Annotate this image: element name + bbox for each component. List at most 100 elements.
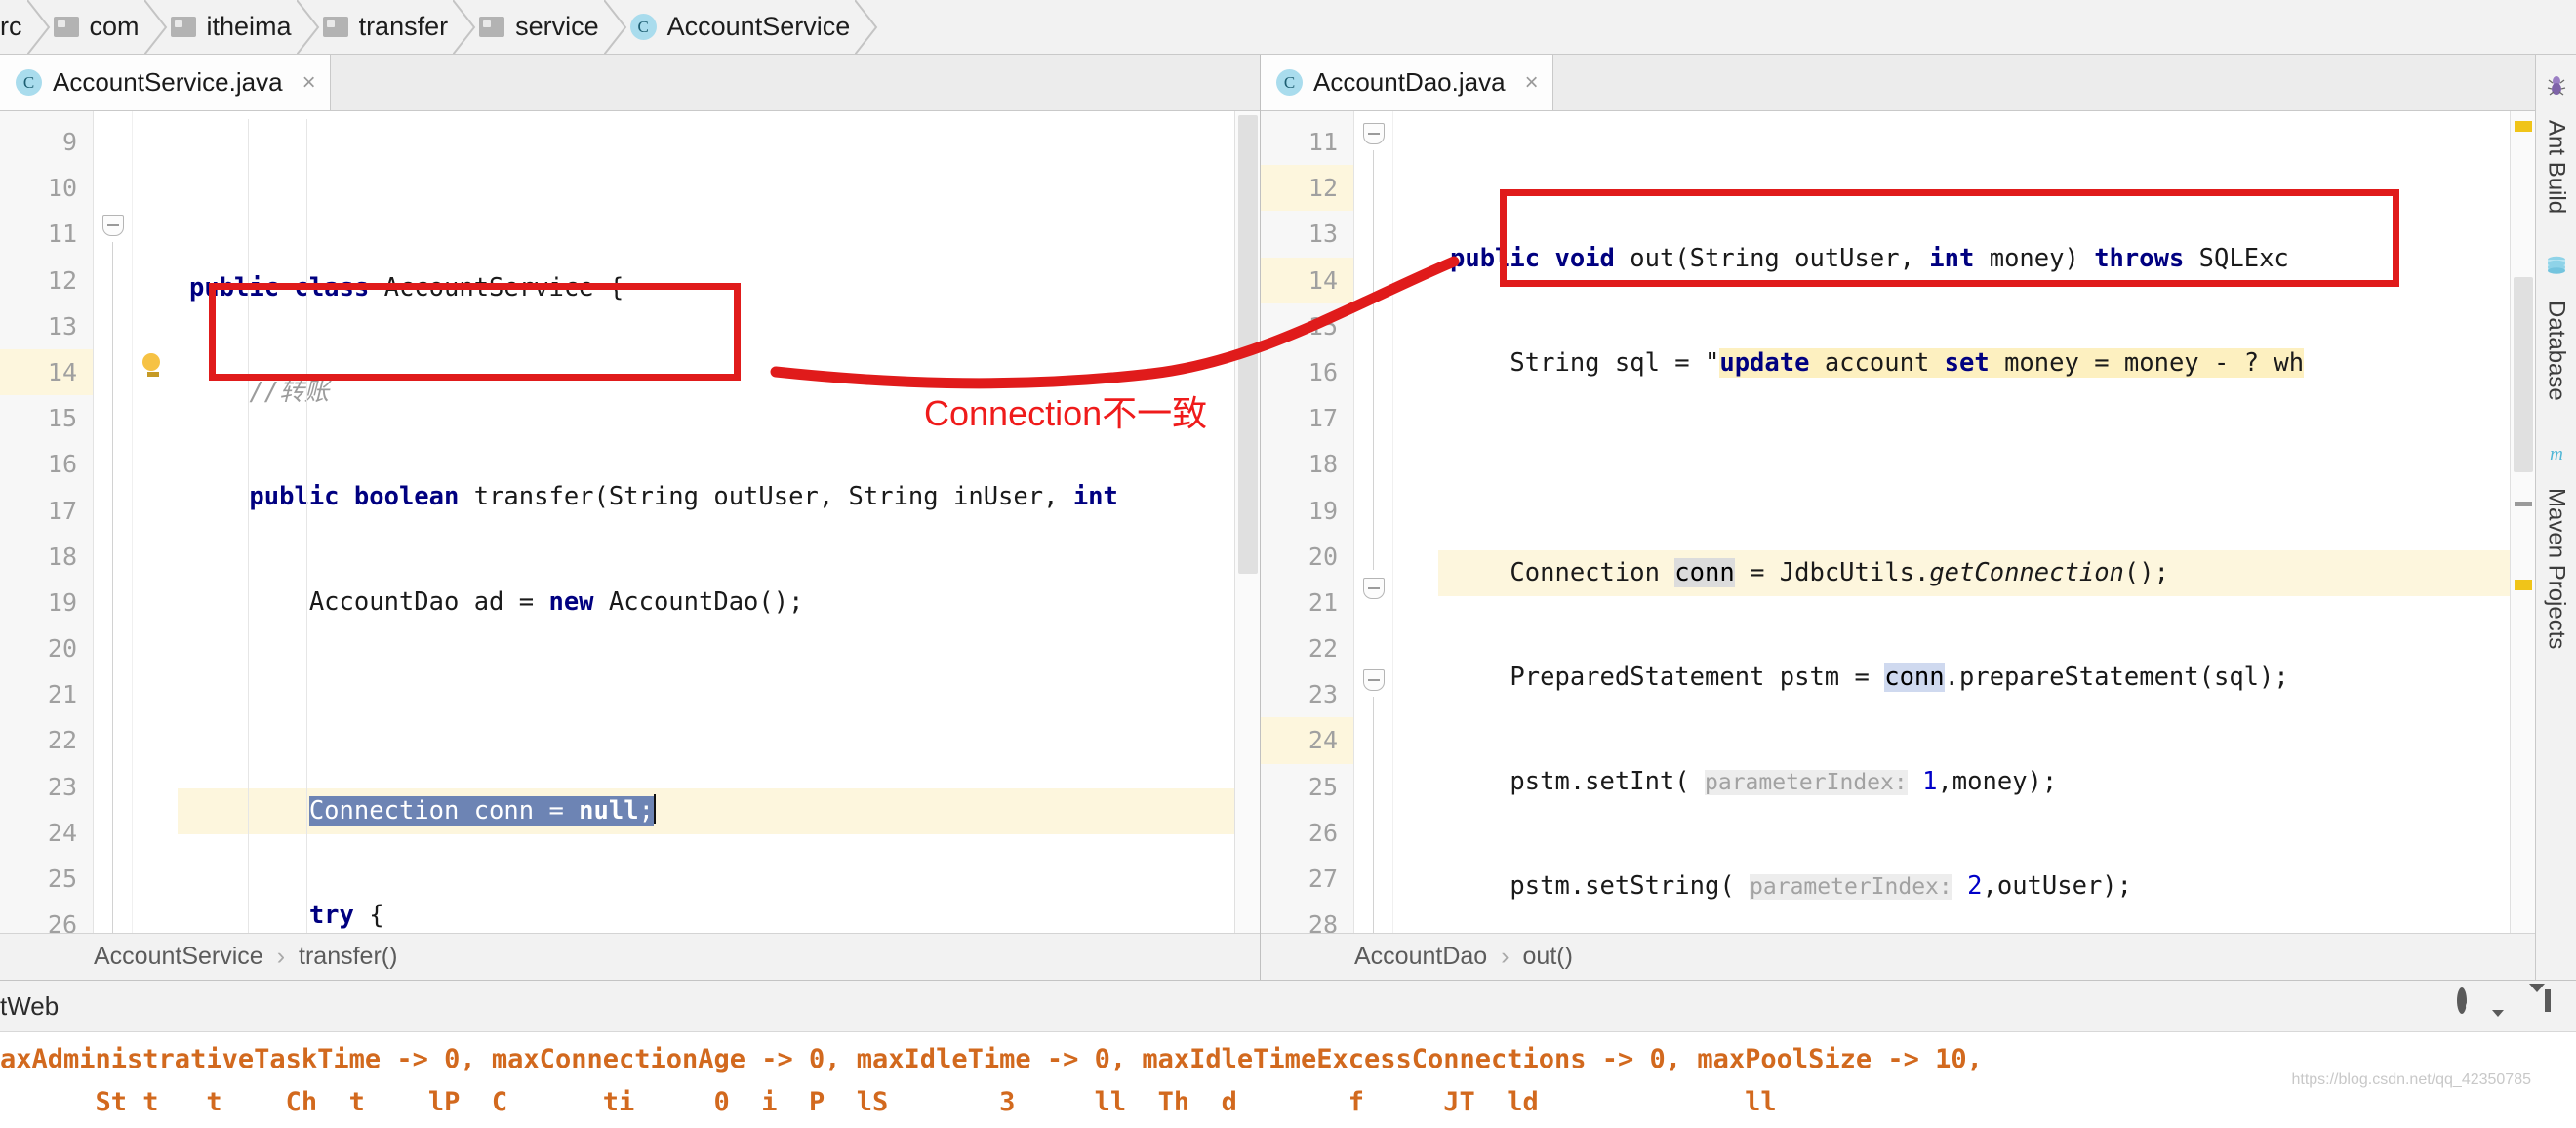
chevron-right-icon	[143, 0, 167, 54]
rail-item-database[interactable]: Database	[2543, 253, 2570, 401]
line-number: 24	[1261, 717, 1353, 764]
code-line[interactable]	[1438, 445, 2576, 491]
line-number: 15	[47, 404, 77, 433]
code-line[interactable]: //转账	[178, 370, 1260, 416]
line-number: 18	[47, 542, 77, 571]
console-toolbar	[2457, 984, 2555, 1020]
fold-collapse-icon[interactable]	[1363, 578, 1385, 599]
scrollbar-right[interactable]	[2510, 111, 2535, 980]
intention-bulb-gutter-right[interactable]	[1393, 111, 1438, 980]
tabstrip-left: C AccountService.java ×	[0, 55, 1260, 111]
code-line[interactable]: Connection conn = null;	[178, 787, 1260, 835]
breadcrumb-item-accountservice[interactable]: C AccountService	[616, 0, 878, 54]
settings-gear-icon[interactable]	[2457, 987, 2484, 1020]
scrollbar-thumb[interactable]	[2514, 277, 2533, 472]
line-number-gutter-left[interactable]: 9 10 11 12 13 14 15 16 17 18 19 20 21 22…	[0, 111, 94, 980]
fold-collapse-icon[interactable]	[102, 215, 124, 236]
tab-accountservice-java[interactable]: C AccountService.java ×	[0, 55, 331, 110]
code-line[interactable]: String sql = "update account set money =…	[1438, 341, 2576, 386]
breadcrumb: rc com itheima transfer service C Accoun…	[0, 0, 2576, 55]
folder-icon	[479, 17, 505, 37]
line-number: 14	[0, 348, 93, 396]
breadcrumb-item-service[interactable]: service	[465, 0, 626, 54]
code-folding-gutter-right[interactable]	[1354, 111, 1393, 980]
breadcrumb-item-label: AccountService	[666, 12, 851, 41]
chevron-down-icon[interactable]	[2492, 1009, 2504, 1017]
folder-icon	[322, 17, 348, 37]
tabstrip-right: C AccountDao.java ×	[1261, 55, 2576, 111]
code-line[interactable]: AccountDao ad = new AccountDao();	[178, 580, 1260, 625]
lightbulb-icon[interactable]	[142, 353, 164, 377]
line-number: 25	[47, 865, 77, 893]
breadcrumb-item-label: rc	[0, 12, 22, 41]
tabstrip-empty-area	[330, 55, 1260, 110]
breadcrumb-item-label: service	[515, 12, 599, 41]
line-number: 9	[61, 128, 77, 156]
code-line[interactable]: pstm.setInt( parameterIndex: 1,money);	[1438, 759, 2576, 805]
class-icon: C	[1276, 69, 1303, 96]
line-number: 22	[47, 726, 77, 755]
fold-range-line	[112, 242, 113, 980]
line-number: 13	[47, 311, 77, 341]
fold-collapse-icon[interactable]	[1363, 123, 1385, 144]
footer-member-name[interactable]: out()	[1523, 943, 1573, 971]
breadcrumb-item-com[interactable]: com	[39, 0, 167, 54]
line-number: 20	[47, 634, 77, 664]
line-number: 23	[47, 772, 77, 801]
code-area-right: 11 12 13 14 15 16 17 18 19 20 21 22 23 2…	[1261, 111, 2576, 980]
code-text-left[interactable]: public class AccountService { //转账 publi…	[178, 111, 1260, 980]
line-number: 11	[47, 220, 77, 249]
line-number-gutter-right[interactable]: 11 12 13 14 15 16 17 18 19 20 21 22 23 2…	[1261, 111, 1354, 980]
folder-icon	[170, 17, 196, 37]
close-icon[interactable]: ×	[1525, 69, 1539, 97]
code-line[interactable]: Connection conn = JdbcUtils.getConnectio…	[1438, 549, 2576, 596]
code-line[interactable]	[178, 684, 1260, 730]
tab-label: AccountService.java	[53, 67, 283, 97]
close-icon[interactable]: ×	[302, 69, 316, 97]
code-line[interactable]: pstm.setString( parameterIndex: 2,outUse…	[1438, 864, 2576, 909]
tab-accountdao-java[interactable]: C AccountDao.java ×	[1261, 55, 1553, 110]
change-marker[interactable]	[2515, 502, 2532, 506]
intention-bulb-gutter-left[interactable]	[133, 111, 178, 980]
line-number: 16	[47, 450, 77, 479]
line-number: 26	[1308, 818, 1338, 847]
footer-class-name[interactable]: AccountService	[94, 943, 263, 971]
line-number: 12	[47, 265, 77, 295]
rail-item-maven-projects[interactable]: m Maven Projects	[2543, 440, 2570, 649]
code-line[interactable]: public class AccountService {	[178, 265, 1260, 311]
console-tab-bar: tWeb	[0, 980, 2576, 1032]
chevron-right-icon	[26, 0, 50, 54]
line-number: 21	[47, 680, 77, 709]
breadcrumb-item-itheima[interactable]: itheima	[156, 0, 319, 54]
editor-pane-left: C AccountService.java × 9 10 11 12 13 14…	[0, 55, 1261, 980]
line-number: 20	[1308, 542, 1338, 571]
tab-label: AccountDao.java	[1313, 67, 1506, 97]
footer-separator: ›	[276, 943, 286, 970]
footer-member-name[interactable]: transfer()	[299, 943, 397, 971]
warning-marker[interactable]	[2515, 580, 2532, 590]
fold-collapse-icon[interactable]	[1363, 669, 1385, 691]
fold-range-line	[1373, 150, 1374, 570]
breadcrumb-item-src[interactable]: rc	[0, 0, 50, 54]
footer-class-name[interactable]: AccountDao	[1354, 943, 1487, 971]
scrollbar-left[interactable]	[1234, 111, 1260, 980]
warning-marker[interactable]	[2515, 121, 2532, 132]
code-line[interactable]: public boolean transfer(String outUser, …	[178, 474, 1260, 520]
code-folding-gutter-left[interactable]	[94, 111, 133, 980]
code-line[interactable]: PreparedStatement pstm = conn.prepareSta…	[1438, 655, 2576, 701]
rail-item-ant-build[interactable]: Ant Build	[2543, 72, 2570, 214]
class-icon: C	[629, 14, 657, 40]
line-number: 17	[1308, 404, 1338, 433]
class-icon-letter: C	[629, 14, 657, 40]
console-output[interactable]: axAdministrativeTaskTime -> 0, maxConnec…	[0, 1032, 2576, 1128]
console-tab-label[interactable]: tWeb	[0, 991, 59, 1022]
chevron-right-icon	[603, 0, 626, 54]
line-number: 14	[1261, 257, 1353, 303]
scrollbar-thumb[interactable]	[1238, 115, 1258, 574]
console-log-line: axAdministrativeTaskTime -> 0, maxConnec…	[0, 1044, 1983, 1074]
rail-item-label: Ant Build	[2543, 120, 2570, 215]
code-text-right[interactable]: public void out(String outUser, int mone…	[1438, 111, 2576, 980]
breadcrumb-item-transfer[interactable]: transfer	[308, 0, 476, 54]
code-line[interactable]: public void out(String outUser, int mone…	[1438, 236, 2576, 282]
export-download-icon[interactable]	[2529, 984, 2555, 1020]
